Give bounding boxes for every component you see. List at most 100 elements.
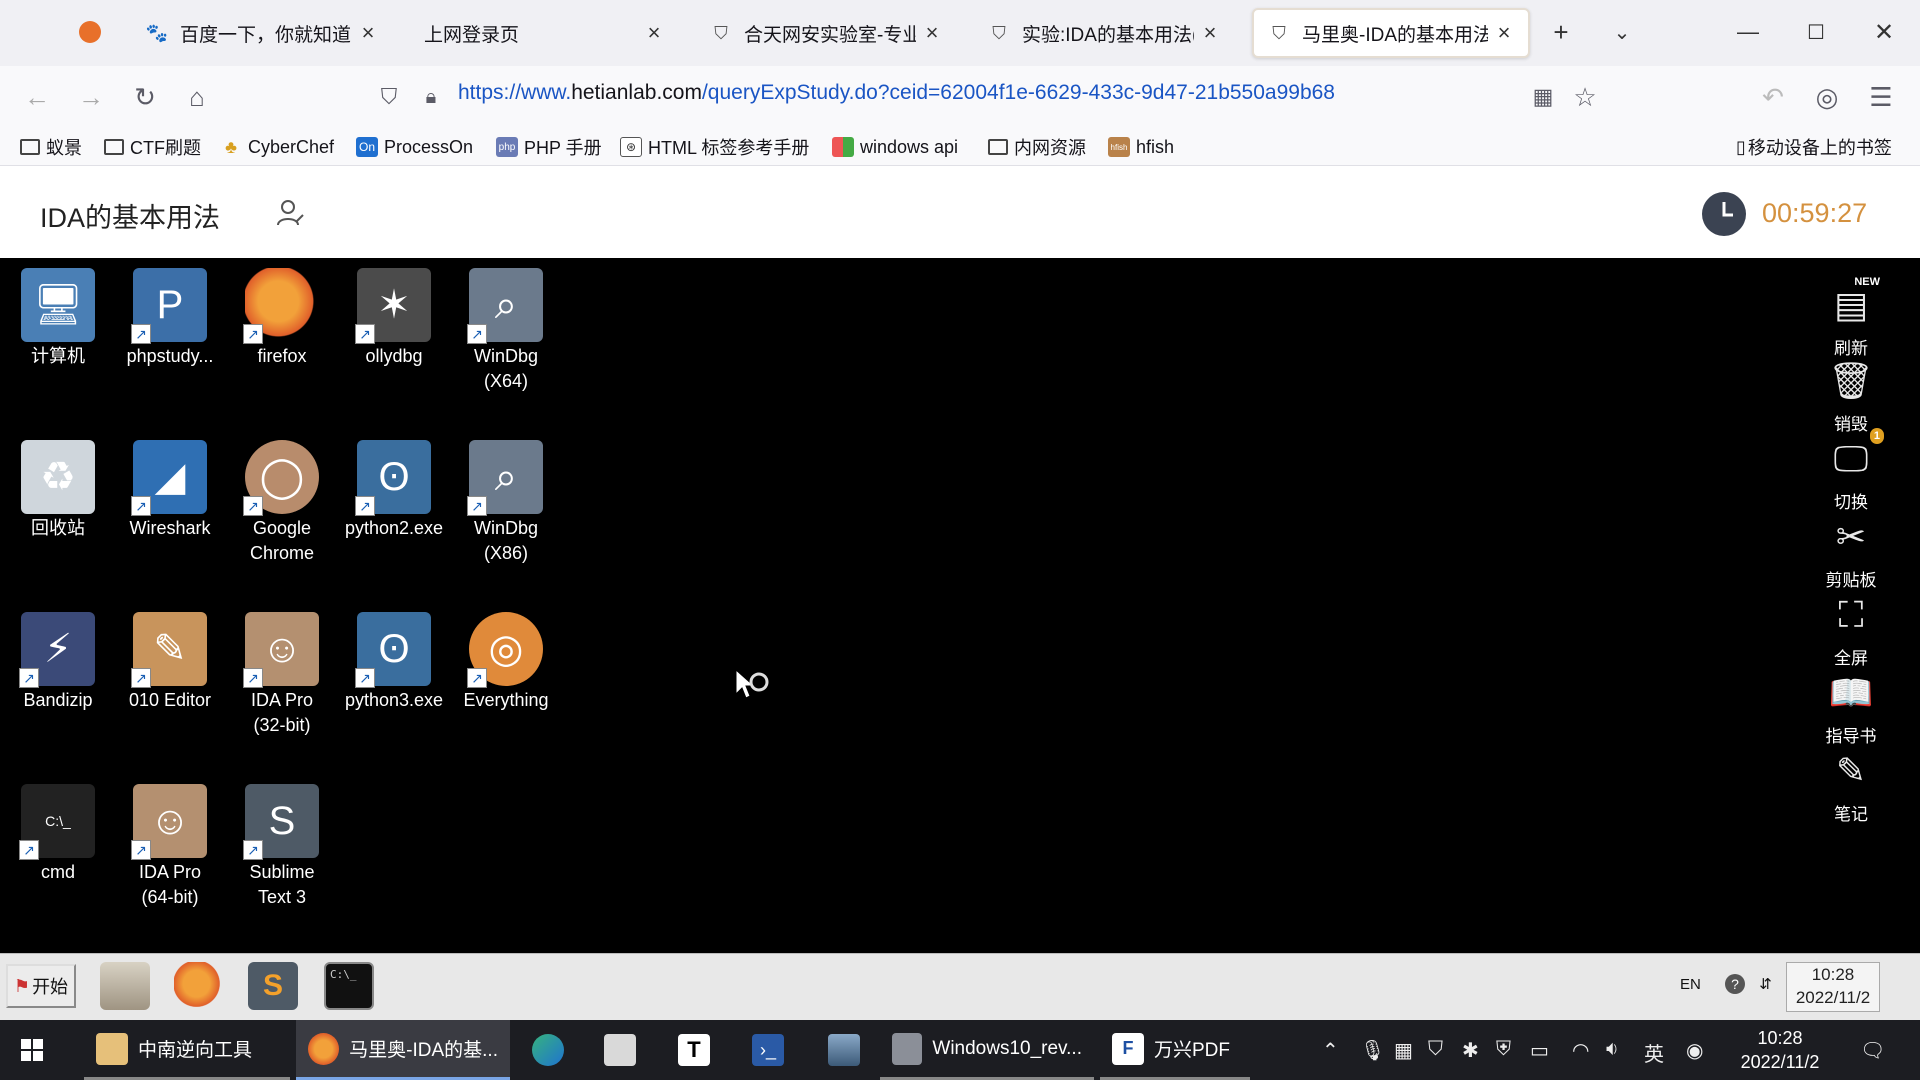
bookmark-php-manual[interactable]: php PHP 手册 — [496, 133, 602, 161]
windows-start-icon[interactable] — [20, 1020, 56, 1080]
remote-desktop[interactable]: 🖥 计算机 P ↗ phpstudy... ↗ firefox ✶ ↗ ollydbg ⌕ ↗ WinD… — [0, 258, 1920, 953]
desktop-shortcut[interactable]: ⌕ ↗ WinDbg (X86) — [452, 440, 560, 566]
host-clock[interactable]: 10:28 2022/11/2 — [1730, 1026, 1830, 1074]
tray-app-icon[interactable]: ▦ — [1394, 1038, 1413, 1063]
wifi-icon[interactable]: ◠ — [1572, 1038, 1589, 1063]
bookmark-windows-api[interactable]: windows api — [832, 133, 958, 161]
side-tool-button[interactable]: ▤ NEW 刷新 — [1806, 276, 1896, 359]
close-icon[interactable]: × — [358, 20, 378, 46]
side-tool-button[interactable]: ⛶ 全屏 — [1806, 590, 1896, 669]
tracking-shield-icon[interactable]: ⛉ — [370, 78, 408, 116]
qr-code-icon[interactable]: ▦ — [1524, 78, 1562, 116]
maximize-button[interactable]: ☐ — [1798, 14, 1834, 50]
desktop-shortcut[interactable]: ♻ 回收站 — [4, 440, 112, 541]
mobile-bookmarks[interactable]: ▯ 移动设备上的书签 — [1736, 133, 1892, 161]
photos-icon — [828, 1034, 860, 1066]
desktop-shortcut[interactable]: P ↗ phpstudy... — [116, 268, 224, 369]
battery-icon[interactable]: ▭ — [1530, 1038, 1549, 1063]
defender-shield-icon[interactable]: ⛉ — [1428, 1038, 1443, 1061]
taskbar-item-reverse-tools[interactable]: 中南逆向工具 — [84, 1020, 290, 1080]
window-close-button[interactable]: ✕ — [1866, 14, 1902, 50]
desktop-shortcut[interactable]: 🖥 计算机 — [4, 268, 112, 369]
cmd-icon[interactable]: C:\_ — [324, 962, 374, 1010]
list-tabs-chevron-icon[interactable]: ⌄ — [1604, 14, 1640, 50]
bookmark-star-icon[interactable]: ☆ — [1566, 78, 1604, 116]
close-icon[interactable]: × — [922, 20, 942, 46]
taskbar-item-wondershare-pdf[interactable]: F 万兴PDF — [1100, 1020, 1250, 1080]
bookmark-folder-intranet[interactable]: 内网资源 — [988, 133, 1086, 161]
language-indicator[interactable]: EN — [1680, 976, 1701, 993]
qq-icon[interactable]: ◉ — [1686, 1038, 1703, 1063]
desktop-shortcut[interactable]: ✎ ↗ 010 Editor — [116, 612, 224, 713]
tab-hetian-lab[interactable]: ⛉ 合天网安实验室-专业提 × — [696, 8, 956, 58]
back-arrow-icon[interactable]: ← — [18, 78, 56, 116]
close-icon[interactable]: × — [1200, 20, 1220, 46]
desktop-shortcut[interactable]: ʘ ↗ python3.exe — [340, 612, 448, 713]
desktop-shortcut[interactable]: ⌕ ↗ WinDbg (X64) — [452, 268, 560, 394]
desktop-shortcut[interactable]: C:\_ ↗ cmd — [4, 784, 112, 885]
desktop-shortcut[interactable]: S ↗ Sublime Text 3 — [228, 784, 336, 910]
side-tool-button[interactable]: 📖 指导书 — [1806, 668, 1896, 747]
taskbar-item-edge[interactable] — [524, 1020, 582, 1080]
bookmark-folder-ctf[interactable]: CTF刷题 — [104, 133, 201, 161]
taskbar-item-powershell[interactable]: ›_ — [744, 1020, 802, 1080]
desktop-shortcut[interactable]: ↗ firefox — [228, 268, 336, 369]
undo-icon[interactable]: ↶ — [1754, 78, 1792, 116]
bookmark-hfish[interactable]: hfish hfish — [1108, 133, 1174, 161]
taskbar-item-notepad[interactable] — [596, 1020, 654, 1080]
host-date: 2022/11/2 — [1740, 1052, 1820, 1072]
forward-arrow-icon[interactable]: → — [72, 78, 110, 116]
tab-mario-ida[interactable]: ⛉ 马里奥-IDA的基本用法 × — [1252, 8, 1530, 58]
sublime-icon[interactable]: S — [248, 962, 298, 1010]
home-icon[interactable]: ⌂ — [178, 78, 216, 116]
tab-login[interactable]: 上网登录页 × — [410, 8, 678, 58]
extensions-icon[interactable]: ◎ — [1808, 78, 1846, 116]
side-tool-button[interactable]: ✂ 剪贴板 — [1806, 512, 1896, 591]
side-tool-button[interactable]: 🗑 销毁 — [1806, 356, 1896, 435]
notification-icon[interactable]: 🗨︎ — [1860, 1038, 1885, 1063]
taskbar-item-firefox[interactable]: 马里奥-IDA的基... — [296, 1020, 510, 1080]
menu-hamburger-icon[interactable]: ☰ — [1862, 78, 1900, 116]
start-button[interactable]: ⚑ 开始 — [6, 964, 76, 1008]
desktop-shortcut[interactable]: ◎ ↗ Everything — [452, 612, 560, 713]
desktop-shortcut[interactable]: ◯ ↗ Google Chrome — [228, 440, 336, 566]
taskbar-item-typora[interactable]: T — [670, 1020, 728, 1080]
minimize-button[interactable]: — — [1730, 14, 1766, 50]
security-icon[interactable]: ⛨ — [1496, 1038, 1511, 1061]
lock-icon[interactable]: 🔒︎ — [412, 78, 450, 116]
tray-app-icon[interactable]: ✱ — [1462, 1038, 1479, 1063]
tab-baidu[interactable]: 🐾 百度一下，你就知道 × — [132, 8, 392, 58]
show-hidden-icons-chevron-icon[interactable]: ⌃ — [1322, 1038, 1339, 1063]
desktop-shortcut[interactable]: ☺ ↗ IDA Pro (32-bit) — [228, 612, 336, 738]
volume-icon[interactable]: 🔉︎ — [1606, 1038, 1619, 1061]
taskbar-item-vmware[interactable]: Windows10_rev... — [880, 1020, 1094, 1080]
desktop-shortcut[interactable]: ⚡ ↗ Bandizip — [4, 612, 112, 713]
bookmark-folder-yijing[interactable]: 蚁景 — [20, 133, 82, 161]
desktop-shortcut[interactable]: ʘ ↗ python2.exe — [340, 440, 448, 541]
close-icon[interactable]: × — [644, 20, 664, 46]
network-icon[interactable]: ⇵ — [1759, 976, 1772, 993]
user-edit-icon[interactable] — [276, 198, 306, 233]
remote-clock[interactable]: 10:28 2022/11/2 — [1786, 962, 1880, 1012]
bookmark-processon[interactable]: On ProcessOn — [356, 133, 473, 161]
side-tool-button[interactable]: 🖵 1 切换 — [1806, 428, 1896, 513]
bookmark-cyberchef[interactable]: ♣ CyberChef — [220, 133, 334, 161]
file-explorer-icon[interactable] — [100, 962, 150, 1010]
bookmark-html-reference[interactable]: ⊛ HTML 标签参考手册 — [620, 133, 809, 161]
taskbar-item-photos[interactable] — [820, 1020, 878, 1080]
close-icon[interactable]: × — [1494, 20, 1514, 46]
desktop-shortcut[interactable]: ☺ ↗ IDA Pro (64-bit) — [116, 784, 224, 910]
reload-icon[interactable]: ↻ — [126, 78, 164, 116]
url-bar[interactable]: https://www.hetianlab.com/queryExpStudy.… — [458, 81, 1335, 105]
input-language-indicator[interactable]: 英 — [1644, 1038, 1664, 1067]
microphone-icon[interactable]: 🎙︎ — [1360, 1038, 1385, 1063]
desktop-shortcut[interactable]: ◢ ↗ Wireshark — [116, 440, 224, 541]
help-icon[interactable]: ? — [1725, 974, 1746, 994]
desktop-shortcut-label: python2.exe — [344, 518, 444, 538]
new-tab-button[interactable]: + — [1543, 14, 1579, 50]
side-tool-button[interactable]: ✎ 笔记 — [1806, 746, 1896, 825]
tab-experiment[interactable]: ⛉ 实验:IDA的基本用法(合天 × — [974, 8, 1234, 58]
desktop-shortcut[interactable]: ✶ ↗ ollydbg — [340, 268, 448, 369]
firefox-view-icon[interactable] — [72, 14, 108, 50]
firefox-icon[interactable] — [174, 962, 224, 1010]
